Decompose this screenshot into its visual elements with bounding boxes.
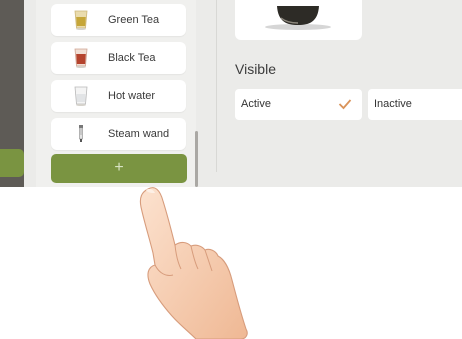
left-rail [0,0,24,187]
add-item-button[interactable]: + [51,154,187,183]
hot-water-glass-icon [70,85,92,107]
list-item-black-tea[interactable]: Black Tea [51,42,186,74]
beverage-list-panel: Green Tea Black Tea Hot water Steam wand… [36,0,196,187]
list-item-label: Steam wand [108,128,170,140]
checkmark-icon [338,99,352,110]
list-item-green-tea[interactable]: Green Tea [51,4,186,36]
visible-section-title: Visible [235,61,276,77]
active-option[interactable]: Active [235,89,362,120]
steam-wand-icon [70,123,92,145]
cup-image [265,6,331,30]
black-tea-glass-icon [70,47,92,69]
green-tea-glass-icon [70,9,92,31]
app-screen: Green Tea Black Tea Hot water Steam wand… [0,0,462,187]
list-item-label: Hot water [108,90,156,102]
list-scrollbar[interactable] [195,131,198,187]
list-item-hot-water[interactable]: Hot water [51,80,186,112]
pointing-hand-image [139,187,248,339]
inactive-option[interactable]: Inactive [368,89,462,120]
active-option-label: Active [241,98,271,110]
inactive-option-label: Inactive [374,98,412,110]
rail-tab-selected[interactable] [0,149,24,177]
list-item-label: Black Tea [108,52,156,64]
panel-divider [216,0,217,172]
beverage-preview-card [235,0,362,40]
list-item-steam-wand[interactable]: Steam wand [51,118,186,150]
list-item-label: Green Tea [108,14,160,26]
